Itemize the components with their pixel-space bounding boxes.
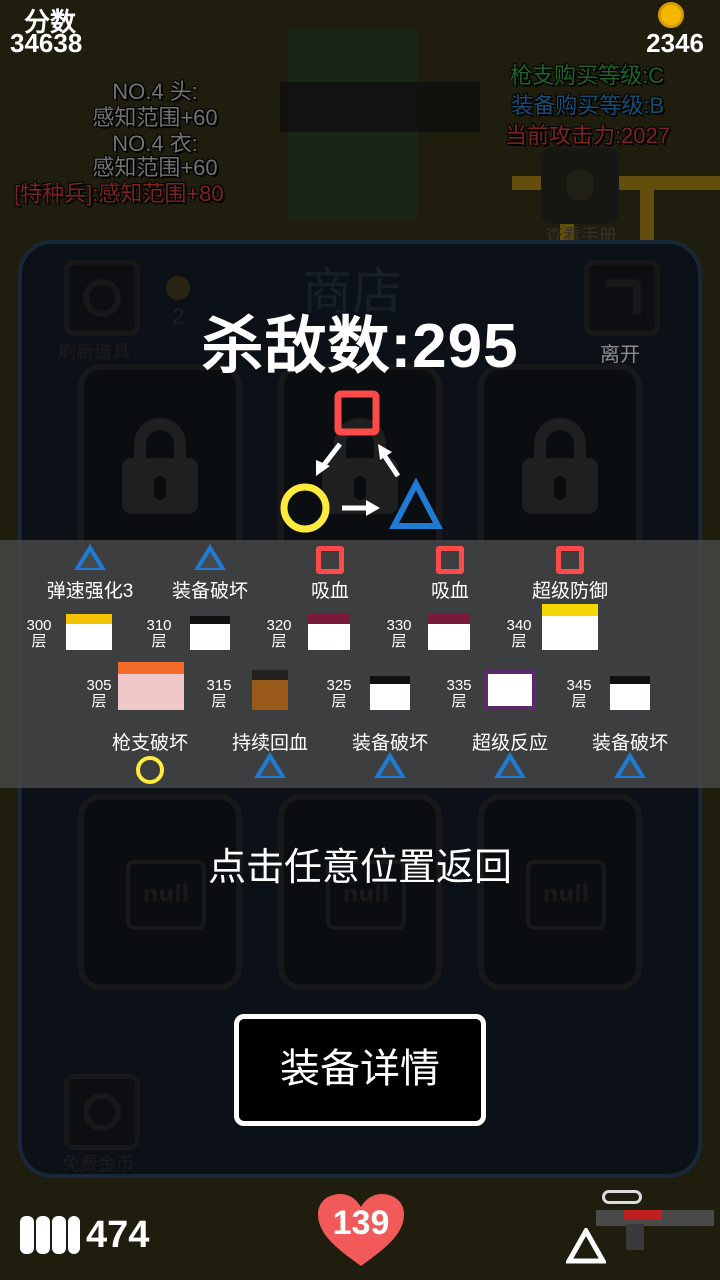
gun-grip <box>626 1224 644 1250</box>
kill-count: 杀敌数:295 <box>201 312 519 381</box>
coin-icon <box>658 2 684 28</box>
coin-count: 2346 <box>646 28 704 58</box>
floor-unit: 层 <box>91 693 107 710</box>
top-item-label: 装备破坏 <box>171 581 248 602</box>
hair-item-sprite <box>118 662 184 710</box>
floor-number: 300 <box>26 617 52 634</box>
coat-item-sprite <box>252 670 288 710</box>
floor-unit: 层 <box>331 693 347 710</box>
square-icon <box>556 546 584 574</box>
triangle-icon-inner <box>380 760 400 776</box>
crown-item-sprite <box>542 604 598 650</box>
bottom-item-label: 超级反应 <box>471 733 548 754</box>
triangle-icon-inner <box>260 760 280 776</box>
floor-number: 310 <box>146 617 172 634</box>
floor-number: 325 <box>326 677 352 694</box>
panda-item-sprite <box>370 676 410 710</box>
ammo-count: 474 <box>86 1214 150 1256</box>
demon-item-sprite <box>308 614 350 650</box>
weapon-sprite[interactable] <box>596 1186 718 1252</box>
circle-icon <box>136 756 164 784</box>
demon-item-sprite <box>428 614 470 650</box>
circle-symbol <box>280 483 330 533</box>
return-hint: 点击任意位置返回 <box>207 847 512 889</box>
panda-item-sprite <box>610 676 650 710</box>
bottom-item-label: 持续回血 <box>231 733 308 754</box>
score-value: 34638 <box>10 28 83 58</box>
health-value: 139 <box>332 1204 390 1242</box>
triangle-symbol <box>389 477 443 529</box>
square-symbol <box>334 390 380 436</box>
floor-number: 340 <box>506 617 532 634</box>
arrow-head <box>366 500 380 516</box>
square-icon <box>436 546 464 574</box>
bottom-item-label: 装备破坏 <box>351 733 428 754</box>
floor-unit: 层 <box>271 633 287 650</box>
top-item-label: 吸血 <box>310 581 349 602</box>
bowtie-item-sprite <box>484 670 536 710</box>
floor-unit: 层 <box>451 693 467 710</box>
floor-number: 305 <box>86 677 112 694</box>
hair-item-sprite <box>66 614 112 650</box>
floor-number: 320 <box>266 617 292 634</box>
equipment-detail-button[interactable]: 装备详情 <box>234 1014 486 1126</box>
floor-number: 345 <box>566 677 592 694</box>
floor-unit: 层 <box>31 633 47 650</box>
bottom-item-label: 装备破坏 <box>591 733 668 754</box>
top-item-label: 吸血 <box>430 581 469 602</box>
floor-unit: 层 <box>211 693 227 710</box>
floor-unit: 层 <box>391 633 407 650</box>
floor-number: 315 <box>206 677 232 694</box>
bottom-item-label: 枪支破坏 <box>111 733 188 754</box>
triangle-icon-inner <box>620 760 640 776</box>
ammo-icon <box>20 1216 80 1254</box>
top-item-label: 弹速强化3 <box>46 581 134 602</box>
triangle-icon-inner <box>80 552 100 568</box>
triangle-icon-inner <box>500 760 520 776</box>
floor-unit: 层 <box>571 693 587 710</box>
gun-stripe <box>624 1210 662 1220</box>
rock-paper-scissors-diagram <box>280 390 443 533</box>
floor-number: 335 <box>446 677 472 694</box>
floor-number: 330 <box>386 617 412 634</box>
panda-item-sprite <box>190 616 230 650</box>
floor-unit: 层 <box>151 633 167 650</box>
triangle-icon-inner <box>200 552 220 568</box>
gun-scope <box>602 1190 642 1204</box>
top-item-label: 超级防御 <box>531 581 608 602</box>
floor-unit: 层 <box>511 633 527 650</box>
square-icon <box>316 546 344 574</box>
